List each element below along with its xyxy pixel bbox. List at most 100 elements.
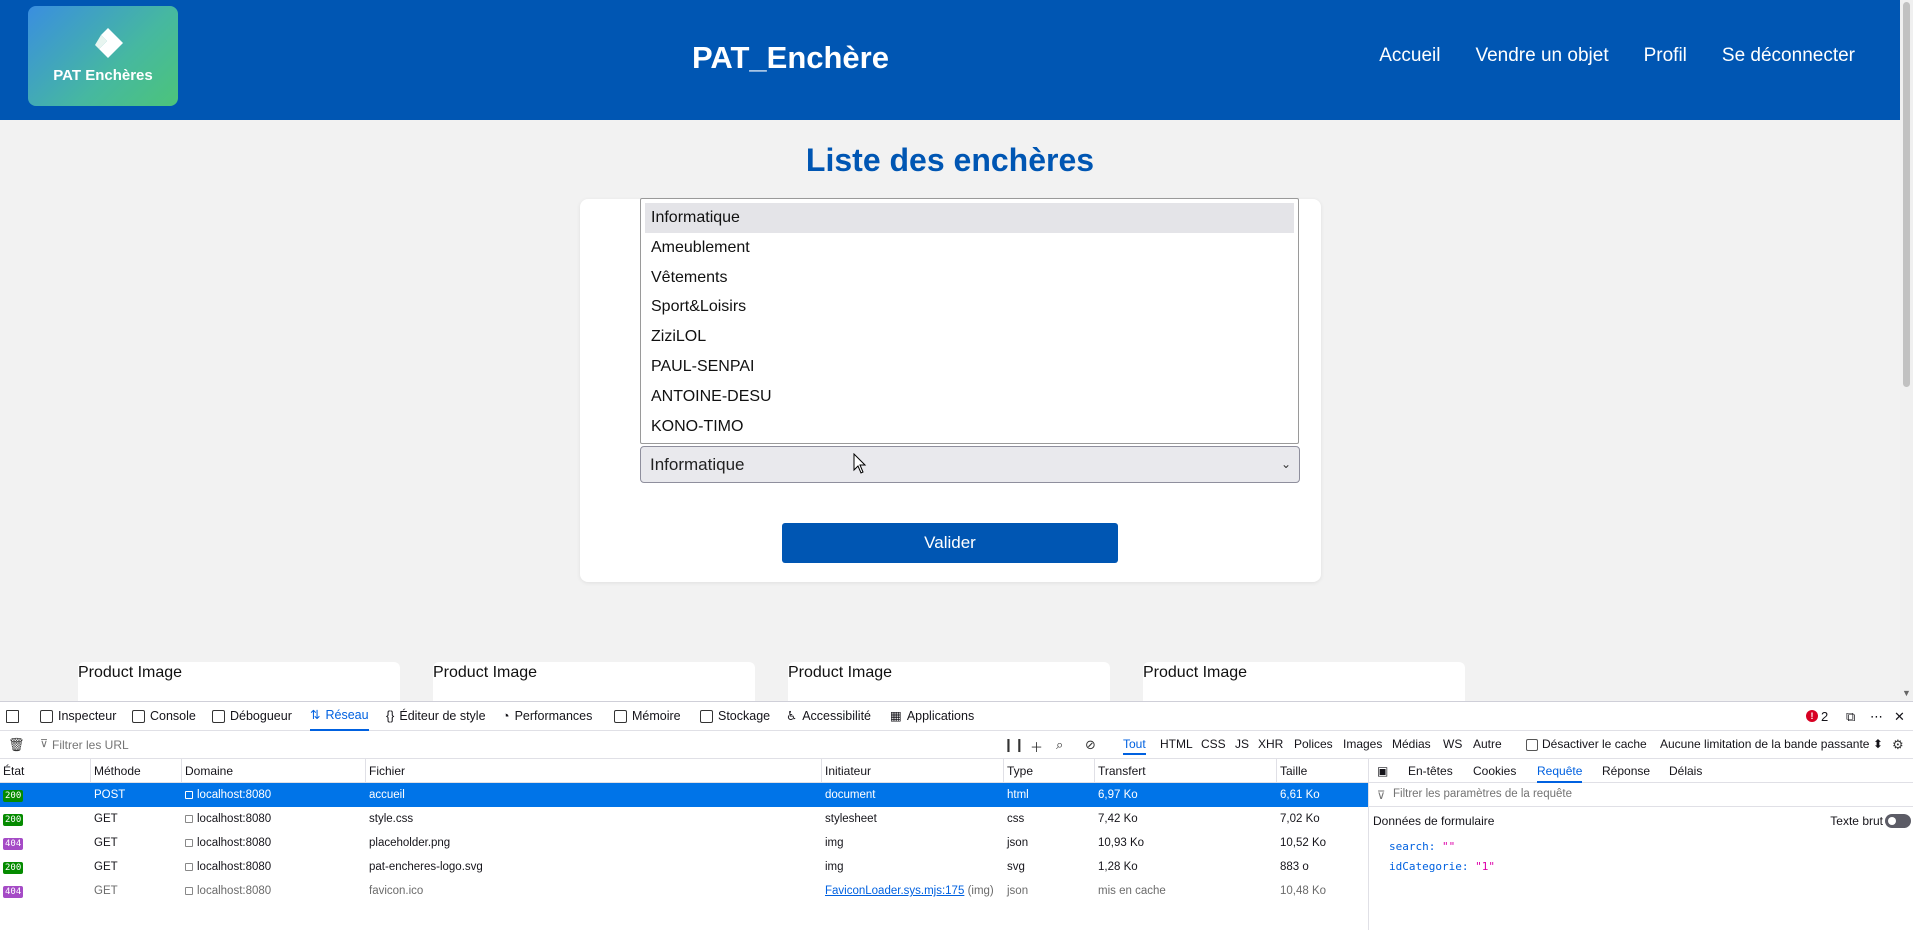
column-header-transfer[interactable]: Transfert <box>1095 759 1277 783</box>
site-title: PAT_Enchère <box>692 40 889 75</box>
scrollbar-thumb[interactable] <box>1903 2 1910 387</box>
tab-request[interactable]: Requête <box>1537 759 1583 783</box>
element-picker-icon[interactable] <box>6 702 19 731</box>
more-options-icon[interactable]: ⋯ <box>1870 702 1883 731</box>
gear-icon[interactable]: ⚙ <box>1892 737 1904 753</box>
tab-memory[interactable]: Mémoire <box>614 702 681 731</box>
column-header-status[interactable]: État <box>0 759 91 783</box>
column-header-size[interactable]: Taille <box>1277 759 1368 783</box>
product-card[interactable]: Product Image <box>788 662 1110 702</box>
tab-cookies[interactable]: Cookies <box>1473 759 1516 783</box>
cell-method: GET <box>94 813 118 825</box>
cell-type: json <box>1007 885 1029 897</box>
category-select-value: Informatique <box>650 455 745 474</box>
dock-toggle-icon[interactable]: ⧉ <box>1846 702 1855 731</box>
product-card[interactable]: Product Image <box>433 662 755 702</box>
tab-headers[interactable]: En-têtes <box>1408 759 1453 783</box>
column-header-file[interactable]: Fichier <box>366 759 822 783</box>
tab-accessibility[interactable]: ♿ Accessibilité <box>786 702 871 731</box>
error-count[interactable]: 2 <box>1821 702 1828 731</box>
type-filter-all[interactable]: Tout <box>1123 737 1146 755</box>
table-row[interactable]: 404 GET localhost:8080 placeholder.png img js… <box>0 831 1368 855</box>
domain-text: localhost:8080 <box>197 837 272 849</box>
close-icon[interactable]: ✕ <box>1894 702 1905 731</box>
column-header-domain[interactable]: Domaine <box>182 759 366 783</box>
tab-style-editor[interactable]: {} Éditeur de style <box>386 702 486 731</box>
type-filter-html[interactable]: HTML <box>1160 737 1193 751</box>
tab-console[interactable]: Console <box>132 702 196 731</box>
type-filter-images[interactable]: Images <box>1343 737 1382 751</box>
category-select[interactable]: Informatique ⌄ <box>640 446 1300 483</box>
pause-icon[interactable]: ❙❙ <box>1003 737 1025 753</box>
cell-size: 7,02 Ko <box>1280 813 1320 825</box>
form-param: search: "" <box>1389 840 1456 853</box>
tab-performance[interactable]: ◔ Performances <box>502 702 592 731</box>
add-request-icon[interactable]: ＋ <box>1030 737 1043 756</box>
category-option[interactable]: Sport&Loisirs <box>645 292 1294 322</box>
cell-size: 10,52 Ko <box>1280 837 1327 849</box>
table-row[interactable]: 200 POST localhost:8080 accueil document html… <box>0 783 1368 807</box>
disable-cache-checkbox[interactable] <box>1526 739 1538 751</box>
raw-text-toggle[interactable] <box>1885 814 1911 828</box>
tab-applications[interactable]: ▦ Applications <box>890 702 974 731</box>
cell-type: json <box>1007 837 1029 849</box>
validate-button[interactable]: Valider <box>782 523 1118 563</box>
site-logo[interactable]: PAT Enchères <box>28 6 178 106</box>
scroll-down-icon[interactable]: ▼ <box>1902 688 1911 698</box>
throttling-select[interactable]: Aucune limitation de la bande passante ⬍ <box>1660 737 1883 751</box>
accessibility-icon: ♿ <box>786 709 798 723</box>
gavel-logo-icon <box>95 28 123 58</box>
type-filter-other[interactable]: Autre <box>1473 737 1502 751</box>
nav-logout-link[interactable]: Se déconnecter <box>1722 45 1855 67</box>
trash-icon[interactable]: 🗑 <box>8 737 25 753</box>
tab-response[interactable]: Réponse <box>1602 759 1650 783</box>
category-option[interactable]: PAUL-SENPAI <box>645 352 1294 382</box>
tab-storage[interactable]: Stockage <box>700 702 770 731</box>
params-filter[interactable]: ⊽ Filtrer les paramètres de la requête <box>1369 783 1913 807</box>
category-option[interactable]: KONO-TIMO <box>645 412 1294 442</box>
table-row[interactable]: 404 GET localhost:8080 favicon.ico FaviconLo… <box>0 879 1368 903</box>
tab-inspector[interactable]: Inspecteur <box>40 702 116 731</box>
cell-method: GET <box>94 861 118 873</box>
type-filter-css[interactable]: CSS <box>1201 737 1226 751</box>
initiator-link[interactable]: FaviconLoader.sys.mjs:175 <box>825 885 964 897</box>
category-option[interactable]: ZiziLOL <box>645 322 1294 352</box>
cell-type: css <box>1007 813 1025 825</box>
page-scrollbar[interactable]: ▼ <box>1900 0 1913 700</box>
category-option[interactable]: ANTOINE-DESU <box>645 382 1294 412</box>
column-header-type[interactable]: Type <box>1004 759 1095 783</box>
nav-home-link[interactable]: Accueil <box>1379 45 1440 67</box>
params-filter-input[interactable]: Filtrer les paramètres de la requête <box>1393 788 1572 800</box>
search-icon[interactable]: ⌕ <box>1056 737 1063 753</box>
tab-network[interactable]: ⇅ Réseau <box>310 702 369 731</box>
column-header-initiator[interactable]: Initiateur <box>822 759 1004 783</box>
nav-profile-link[interactable]: Profil <box>1644 45 1687 67</box>
category-option[interactable]: Vêtements <box>645 263 1294 293</box>
category-option[interactable]: Informatique <box>645 203 1294 233</box>
type-filter-fonts[interactable]: Polices <box>1294 737 1333 751</box>
status-badge: 200 <box>3 814 24 826</box>
table-row[interactable]: 200 GET localhost:8080 style.css stylesheet c… <box>0 807 1368 831</box>
cell-initiator: img <box>825 861 844 873</box>
category-dropdown-list[interactable]: Informatique Ameublement Vêtements Sport… <box>640 198 1299 444</box>
table-row[interactable]: 200 GET localhost:8080 pat-encheres-logo.sv… <box>0 855 1368 879</box>
type-filter-js[interactable]: JS <box>1235 737 1249 751</box>
tab-debugger[interactable]: Débogueur <box>212 702 292 731</box>
applications-icon: ▦ <box>890 709 902 723</box>
type-filter-xhr[interactable]: XHR <box>1258 737 1283 751</box>
cell-size: 10,48 Ko <box>1280 885 1327 897</box>
product-card[interactable]: Product Image <box>78 662 400 702</box>
product-card[interactable]: Product Image <box>1143 662 1465 702</box>
toggle-panel-icon[interactable]: ▣ <box>1377 759 1388 783</box>
cell-status: 200 <box>0 783 91 807</box>
column-header-method[interactable]: Méthode <box>91 759 182 783</box>
type-filter-media[interactable]: Médias <box>1392 737 1431 751</box>
error-count-badge[interactable]: ! <box>1806 710 1818 722</box>
block-icon[interactable]: ⊘ <box>1085 737 1096 753</box>
tab-timings[interactable]: Délais <box>1669 759 1702 783</box>
url-filter-input[interactable] <box>52 735 452 755</box>
nav-sell-link[interactable]: Vendre un objet <box>1475 45 1608 67</box>
type-filter-ws[interactable]: WS <box>1443 737 1462 751</box>
category-option[interactable]: Ameublement <box>645 233 1294 263</box>
cell-transfer: 6,97 Ko <box>1098 789 1138 801</box>
